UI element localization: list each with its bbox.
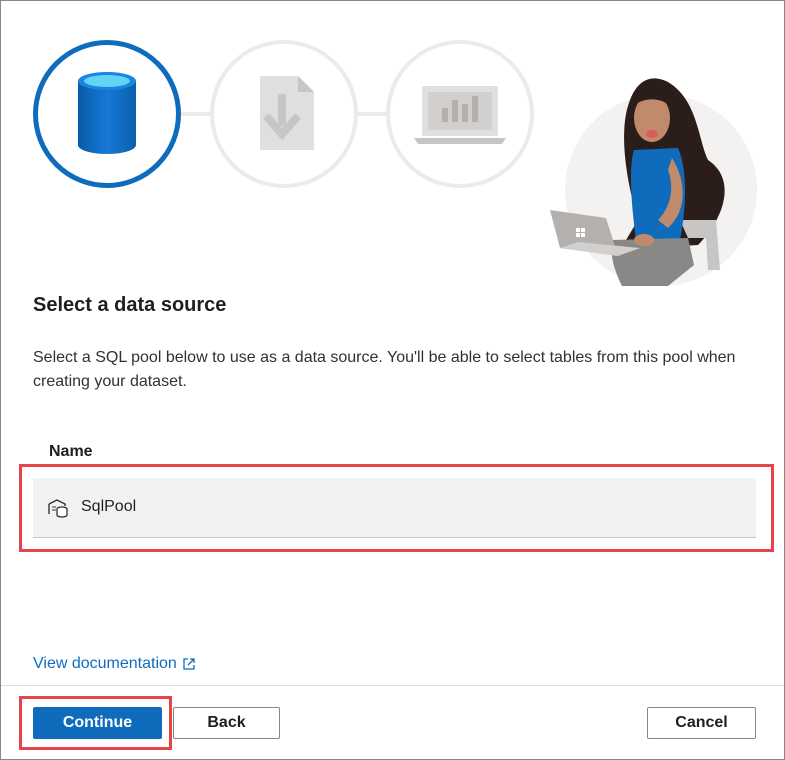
external-link-icon — [183, 658, 195, 670]
cancel-button[interactable]: Cancel — [647, 707, 756, 739]
page-description: Select a SQL pool below to use as a data… — [33, 349, 736, 390]
laptop-chart-icon — [414, 86, 506, 144]
step-create-dataset — [210, 40, 358, 188]
annotation-highlight-continue — [19, 696, 172, 750]
step-connector — [181, 112, 210, 116]
back-button[interactable]: Back — [173, 707, 280, 739]
step-data-source — [33, 40, 181, 188]
page-title: Select a data source — [33, 294, 227, 316]
footer-divider — [1, 685, 784, 686]
annotation-highlight-row — [19, 464, 774, 552]
step-publish — [386, 40, 534, 188]
step-connector — [358, 112, 386, 116]
download-file-icon — [260, 76, 314, 150]
view-documentation-link[interactable]: View documentation — [33, 655, 195, 673]
database-icon — [78, 72, 136, 154]
column-header-name[interactable]: Name — [49, 443, 93, 461]
woman-with-laptop-illustration — [550, 78, 757, 286]
doc-link-label: View documentation — [33, 655, 177, 672]
